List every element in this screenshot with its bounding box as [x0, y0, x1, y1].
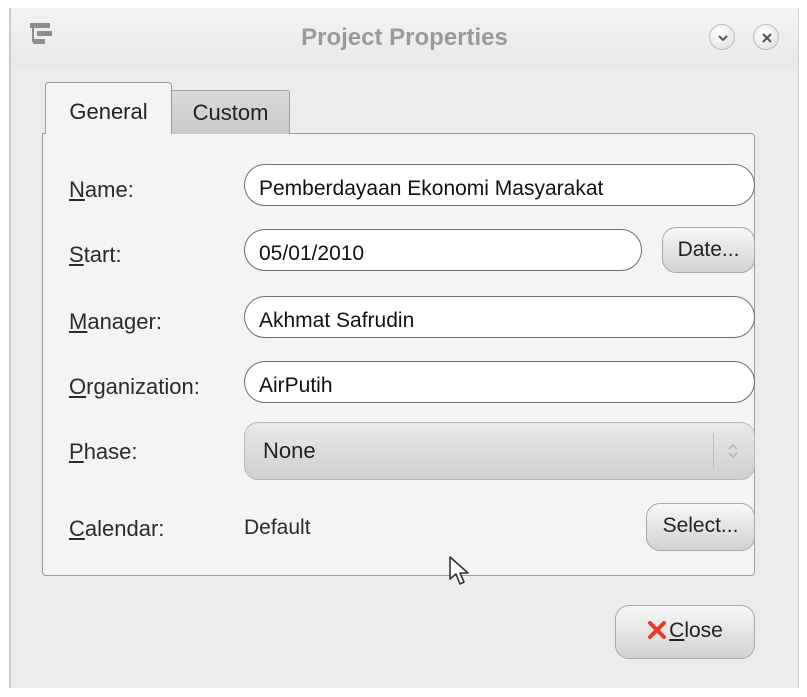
organization-label: Organization:: [69, 374, 200, 400]
combo-separator: [713, 433, 714, 469]
manager-label-text: anager:: [87, 309, 162, 334]
organization-label-mnemonic: O: [69, 374, 87, 399]
manager-label: Manager:: [69, 309, 162, 335]
calendar-label: Calendar:: [69, 516, 164, 542]
chevron-down-icon: [718, 35, 728, 42]
red-x-icon: [648, 621, 667, 639]
name-input[interactable]: [244, 164, 755, 206]
phase-select-value: None: [263, 438, 316, 463]
calendar-label-text: alendar:: [84, 516, 165, 541]
manager-input[interactable]: [244, 296, 755, 338]
organization-label-text: rganization:: [86, 374, 200, 399]
calendar-value: Default: [244, 516, 311, 539]
project-properties-dialog: Project Properties General Custom Name: …: [9, 8, 799, 688]
close-button[interactable]: Close: [615, 605, 755, 659]
date-button[interactable]: Date...: [662, 227, 755, 273]
calendar-label-mnemonic: C: [69, 516, 85, 541]
close-mnemonic: C: [669, 619, 685, 642]
select-calendar-button[interactable]: Select...: [646, 503, 755, 551]
organization-input[interactable]: [244, 361, 755, 403]
name-label-mnemonic: N: [69, 177, 85, 202]
up-down-arrows-icon: [728, 443, 738, 459]
window-close-button[interactable]: [753, 24, 779, 50]
tab-custom[interactable]: Custom: [171, 90, 290, 134]
tab-general[interactable]: General: [45, 82, 172, 134]
close-icon: [762, 33, 772, 43]
minimize-button[interactable]: [709, 24, 735, 50]
phase-label-text: hase:: [83, 439, 138, 464]
start-label: Start:: [69, 242, 122, 268]
start-date-input[interactable]: [244, 229, 642, 271]
start-label-mnemonic: S: [69, 242, 84, 267]
title-bar[interactable]: Project Properties: [11, 8, 798, 66]
mouse-cursor-icon: [449, 556, 469, 585]
name-label-text: ame:: [84, 177, 134, 202]
close-label: lose: [684, 619, 723, 642]
manager-label-mnemonic: M: [69, 309, 88, 334]
window-title: Project Properties: [301, 24, 508, 51]
phase-label: Phase:: [69, 439, 138, 465]
phase-label-mnemonic: P: [69, 439, 84, 464]
start-label-text: tart:: [83, 242, 122, 267]
name-label: Name:: [69, 177, 134, 203]
phase-select[interactable]: None: [244, 422, 755, 480]
